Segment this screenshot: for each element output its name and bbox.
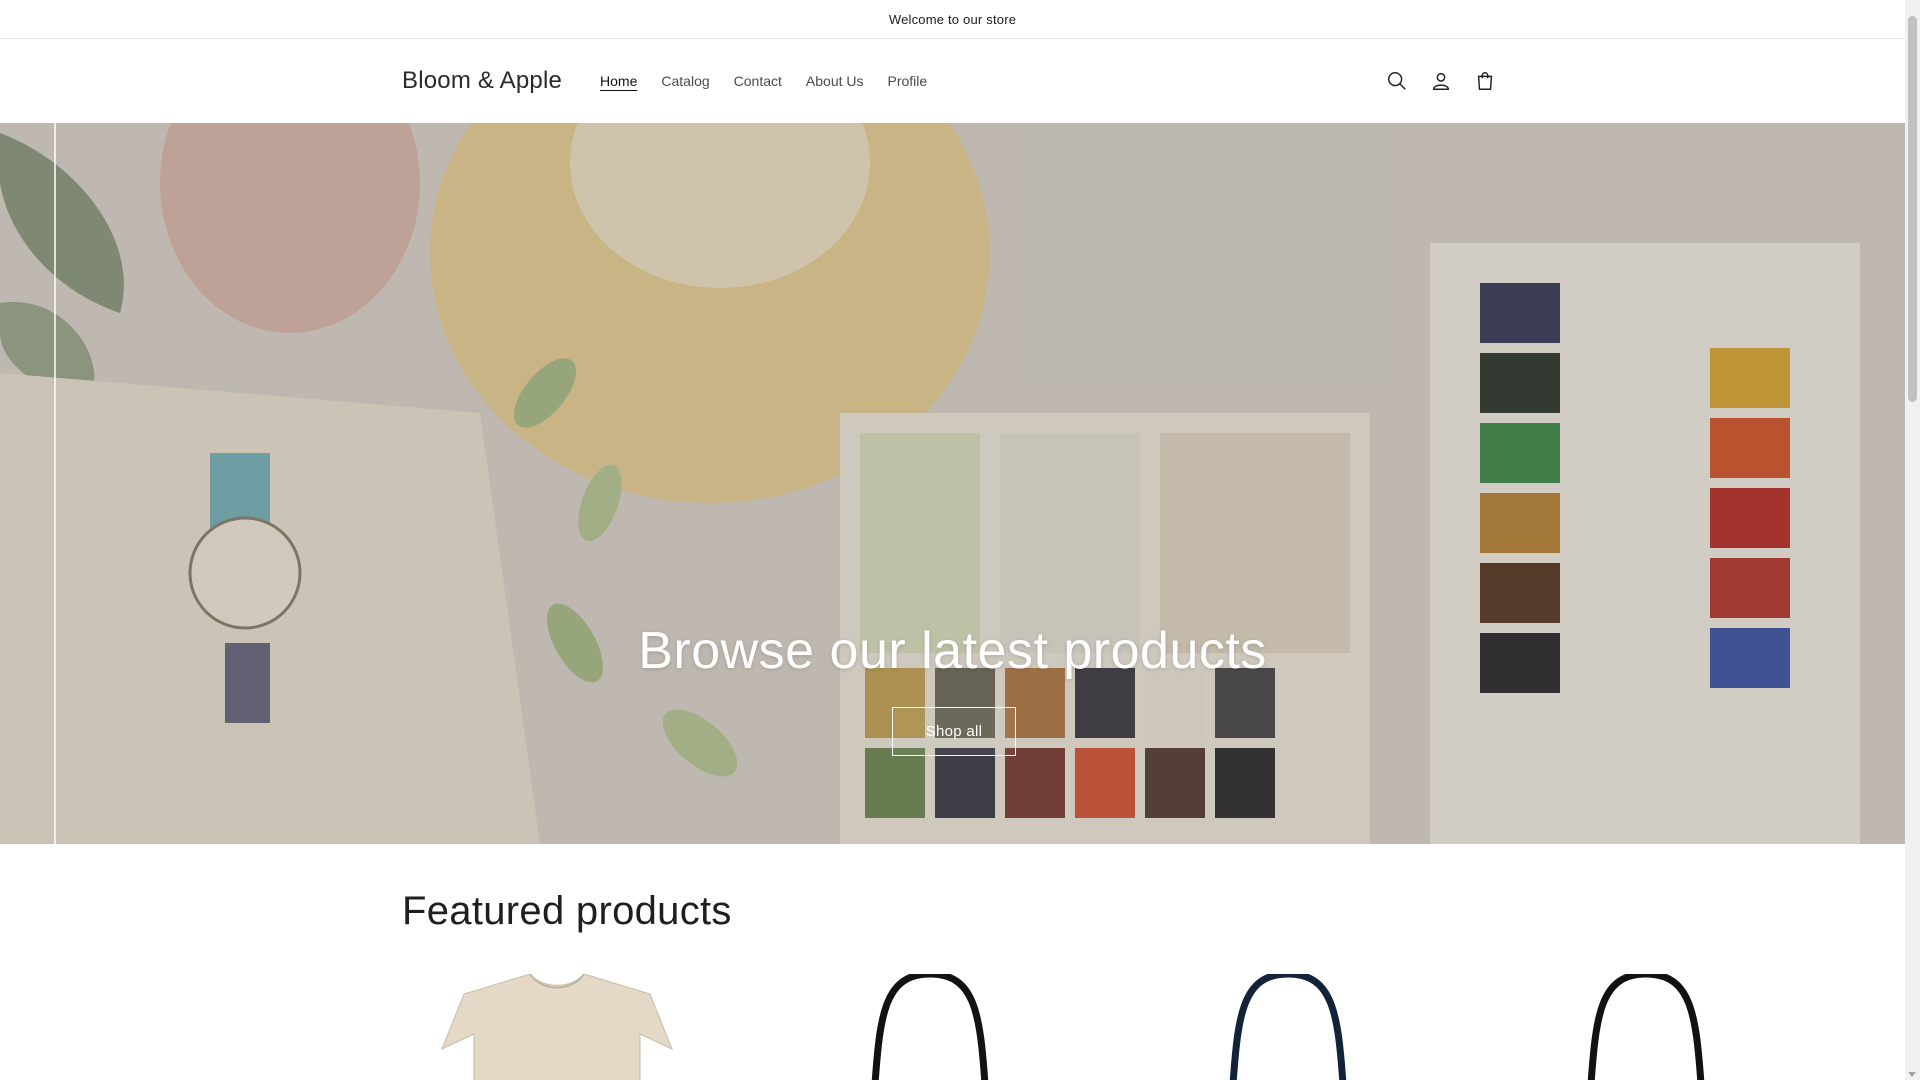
main-nav: Home Catalog Contact About Us Profile	[588, 67, 939, 95]
page-scrollbar[interactable]	[1905, 0, 1920, 1080]
product-grid	[402, 974, 1822, 1080]
tote-bag-image	[871, 974, 989, 1080]
account-icon[interactable]	[1423, 63, 1459, 99]
hero-divider-line	[54, 123, 56, 844]
tote-bag-image	[1229, 974, 1347, 1080]
hero-title: Browse our latest products	[638, 622, 1267, 680]
store-logo[interactable]: Bloom & Apple	[402, 67, 562, 95]
nav-item-profile[interactable]: Profile	[876, 67, 940, 95]
scrollbar-thumb[interactable]	[1908, 16, 1917, 402]
site-header: Bloom & Apple Home Catalog Contact About…	[0, 39, 1905, 124]
product-card-tote-black[interactable]	[760, 974, 1100, 1080]
product-card-tshirt[interactable]	[402, 974, 742, 1080]
store-page: Welcome to our store Bloom & Apple Home …	[0, 0, 1905, 1080]
product-card-tote-black-2[interactable]	[1476, 974, 1816, 1080]
tote-bag-image	[1587, 974, 1705, 1080]
header-icons	[1379, 63, 1503, 99]
featured-title: Featured products	[402, 889, 732, 933]
featured-section: Featured products	[0, 844, 1905, 1080]
nav-item-about-us[interactable]: About Us	[794, 67, 876, 95]
tshirt-image	[441, 974, 673, 1080]
announcement-text: Welcome to our store	[888, 11, 1017, 27]
nav-item-home[interactable]: Home	[588, 67, 649, 95]
shop-all-button[interactable]: Shop all	[892, 707, 1016, 756]
scroll-down-arrow-icon[interactable]	[1908, 1072, 1916, 1077]
product-card-tote-navy[interactable]	[1118, 974, 1458, 1080]
nav-item-catalog[interactable]: Catalog	[649, 67, 721, 95]
search-icon[interactable]	[1379, 63, 1415, 99]
hero-banner: Browse our latest products Shop all	[0, 123, 1905, 844]
announcement-bar: Welcome to our store	[0, 0, 1905, 39]
nav-item-contact[interactable]: Contact	[722, 67, 794, 95]
cart-icon[interactable]	[1467, 63, 1503, 99]
